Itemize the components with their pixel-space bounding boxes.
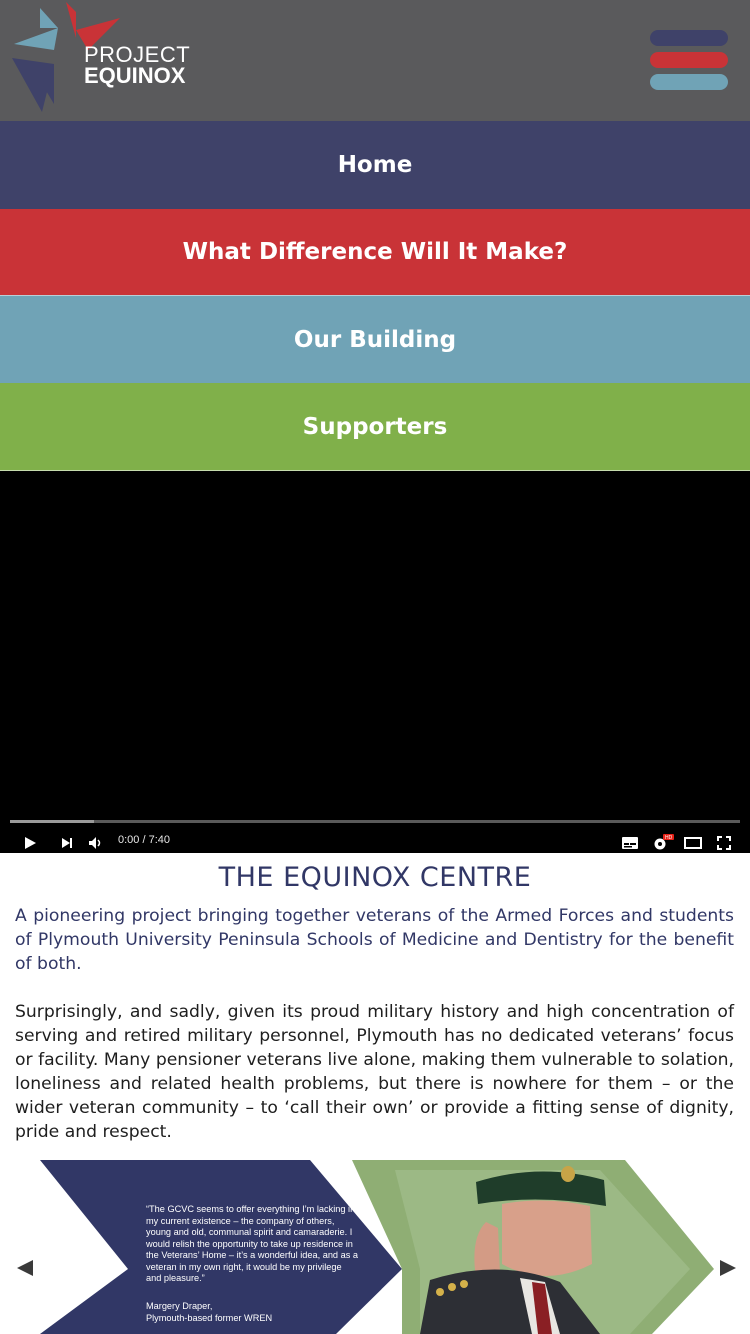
nav-supporters-label: Supporters <box>302 413 448 440</box>
play-button[interactable] <box>18 831 42 855</box>
hamburger-menu-button[interactable] <box>648 30 730 92</box>
arrow-left-icon <box>17 1260 33 1276</box>
next-icon <box>62 838 72 848</box>
nav-our-building-label: Our Building <box>293 327 457 353</box>
nav-home[interactable]: Home <box>0 121 750 209</box>
video-progress-bar[interactable] <box>10 820 740 823</box>
video-time-display: 0:00 / 7:40 <box>118 834 170 846</box>
nav-home-label: Home <box>337 152 413 178</box>
site-header: PROJECT EQUINOX <box>0 0 750 121</box>
nav-our-building[interactable]: Our Building <box>0 295 750 384</box>
testimonial-author-name: Margery Draper, <box>146 1301 213 1311</box>
slider-prev-button[interactable] <box>15 1258 35 1278</box>
settings-hd-icon: HD <box>654 834 674 850</box>
play-icon <box>25 837 36 849</box>
theater-mode-icon <box>684 837 702 849</box>
testimonial-author: Margery Draper, Plymouth-based former WR… <box>146 1301 358 1324</box>
testimonial-quote: “The GCVC seems to offer everything I’m … <box>146 1204 358 1283</box>
volume-button[interactable] <box>84 831 108 855</box>
body-paragraph: Surprisingly, and sadly, given its proud… <box>15 1002 734 1142</box>
nav-what-difference-label: What Difference Will It Make? <box>182 239 568 265</box>
fullscreen-button[interactable] <box>712 831 736 855</box>
next-button[interactable] <box>55 831 79 855</box>
project-equinox-logo[interactable]: PROJECT EQUINOX <box>10 0 190 114</box>
hamburger-icon-bar-red <box>650 52 728 68</box>
svg-text:HD: HD <box>665 835 673 841</box>
video-buffer-fill <box>10 820 94 823</box>
logo-line-project: PROJECT <box>84 42 191 67</box>
arrow-right-icon <box>720 1260 736 1276</box>
slide-background <box>40 1160 714 1334</box>
subtitles-icon <box>622 837 638 849</box>
nav-what-difference[interactable]: What Difference Will It Make? <box>0 209 750 295</box>
logo-line-equinox: EQUINOX <box>84 63 186 88</box>
subtitles-button[interactable] <box>618 831 642 855</box>
page-title: THE EQUINOX CENTRE <box>218 862 532 893</box>
video-player[interactable]: 0:00 / 7:40 HD <box>0 471 750 853</box>
testimonial-author-role: Plymouth-based former WREN <box>146 1312 273 1323</box>
theater-mode-button[interactable] <box>681 831 705 855</box>
nav-supporters[interactable]: Supporters <box>0 383 750 471</box>
hamburger-icon-bar-navy <box>650 30 728 46</box>
volume-icon <box>89 837 101 849</box>
testimonial-slider: “The GCVC seems to offer everything I’m … <box>0 1160 750 1334</box>
logo-wordmark: PROJECT EQUINOX <box>84 42 191 88</box>
hamburger-icon-bar-blue <box>650 74 728 90</box>
settings-button[interactable]: HD <box>650 831 676 855</box>
fullscreen-icon <box>717 836 731 850</box>
slider-next-button[interactable] <box>718 1258 738 1278</box>
intro-paragraph: A pioneering project bringing together v… <box>15 906 734 974</box>
